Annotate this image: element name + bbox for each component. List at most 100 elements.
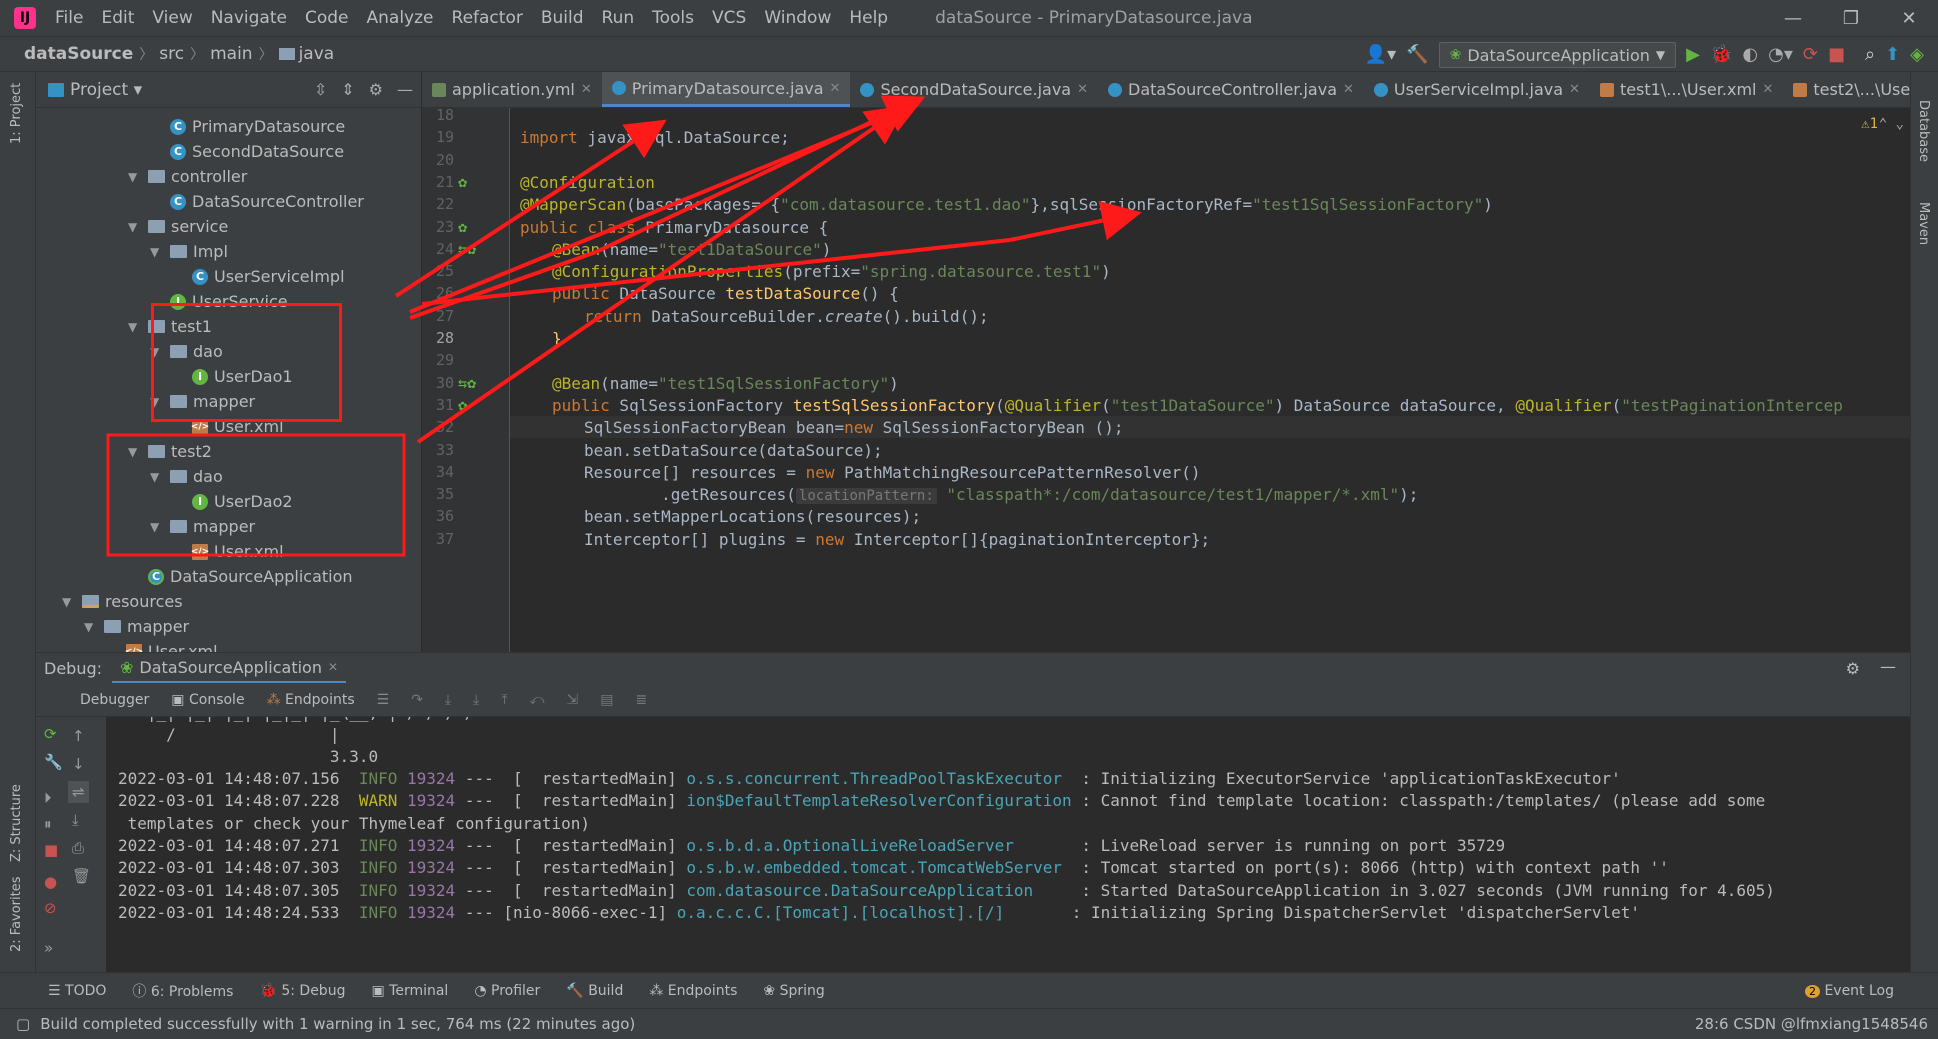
gear-icon[interactable]: ⚙ [1846,659,1860,678]
tree-item[interactable]: I UserDao1 [192,364,293,389]
toolwindow-profiler[interactable]: ◔ Profiler [474,983,540,999]
close-icon[interactable]: ✕ [581,82,592,97]
menu-file[interactable]: File [46,8,92,28]
editor-tab[interactable]: application.yml ✕ [422,72,602,107]
user-icon[interactable]: 👤▾ [1365,46,1396,64]
code-editor[interactable]: 18 19 20 21 22 23 24 25 26 27 28 29 30 31 32 33 34 35 36 37… [422,108,1910,652]
hide-icon[interactable]: — [1880,657,1896,676]
project-view-select[interactable]: Project ▾ [70,80,142,100]
console-output[interactable]: ' |_| |_| |_| |_|_| |_\__, | / / / / / |… [106,717,1910,973]
spring-bean-icon[interactable]: ✿ [458,396,467,414]
warnings-indicator[interactable]: ⚠1 [1861,116,1878,132]
close-icon[interactable]: ✕ [1569,82,1580,97]
expand-icon[interactable]: ⇕ [341,80,354,99]
stop-icon[interactable]: ■ [44,841,58,859]
favorites-tool-button[interactable]: 2: Favorites [9,876,24,952]
tree-item[interactable]: ▼ dao [150,339,223,364]
chevron-down-icon[interactable]: ▼ [62,595,76,609]
chevron-down-icon[interactable]: ▼ [84,620,98,634]
pause-icon[interactable]: ⏸ [44,815,52,833]
chevron-down-icon[interactable]: ▼ [150,520,164,534]
rerun-icon[interactable]: ⟳ [44,725,57,743]
project-tool-button[interactable]: 1: Project [9,83,24,144]
restore-icon[interactable]: ❐ [1822,0,1880,36]
tree-item[interactable]: ▼ mapper [150,389,255,414]
chevron-down-icon[interactable]: ▼ [128,320,142,334]
tree-item[interactable]: ▼ mapper [150,514,255,539]
tree-item[interactable]: </> User.xml [125,639,218,652]
tree-item[interactable]: ▼ dao [150,464,223,489]
tree-item[interactable]: I UserDao2 [192,489,293,514]
spring-bean-icon[interactable]: ⇆✿ [458,240,476,258]
chevron-down-icon[interactable]: ▼ [128,445,142,459]
profile-icon[interactable]: ◔▾ [1768,46,1793,64]
editor-tab[interactable]: DataSourceController.java ✕ [1098,72,1364,107]
run-icon[interactable]: ▶ [1686,46,1700,64]
tab-endpoints[interactable]: ⁂ Endpoints [267,692,355,708]
menu-run[interactable]: Run [593,8,644,28]
menu-vcs[interactable]: VCS [703,8,755,28]
debug-session-tab[interactable]: ❀ DataSourceApplication ✕ [112,653,347,683]
chevron-down-icon[interactable]: ▼ [150,345,164,359]
menu-refactor[interactable]: Refactor [443,8,532,28]
log-logger[interactable]: o.s.b.w.embedded.tomcat.TomcatWebServer [686,858,1081,877]
minimize-icon[interactable]: — [1764,0,1822,36]
log-logger[interactable]: o.s.b.d.a.OptionalLiveReloadServer [686,836,1081,855]
tree-item[interactable]: I UserService [170,289,288,314]
clear-icon[interactable]: 🗑 [72,867,91,885]
update-icon[interactable]: ⬆ [1885,46,1900,64]
step-out-icon[interactable]: ⤒ [501,692,507,708]
breadcrumb-src[interactable]: src [153,44,190,64]
spring-bean-icon[interactable]: ✿ [458,218,467,236]
menu-window[interactable]: Window [755,8,840,28]
collapse-all-icon[interactable]: ⇳ [314,80,327,99]
toolwindow-spring[interactable]: ❀ Spring [763,983,824,999]
scroll-up-icon[interactable]: ↑ [72,727,85,745]
log-logger[interactable]: com.datasource.DataSourceApplication [686,881,1081,900]
toolwindow-debug[interactable]: 🐞 5: Debug [259,983,345,999]
run-configuration-select[interactable]: ❀ DataSourceApplication ▼ [1438,42,1677,68]
gear-icon[interactable]: ⚙ [369,80,383,99]
chevron-down-icon[interactable]: ▼ [150,395,164,409]
toolwindow-endpoints[interactable]: ⁂ Endpoints [649,983,737,999]
trace-icon[interactable]: ≣ [635,692,647,708]
close-icon[interactable]: ✕ [1880,0,1938,36]
toolwindow-todo[interactable]: ☰ TODO [48,983,106,999]
force-step-into-icon[interactable]: ⤓ [473,692,479,708]
coverage-icon[interactable]: ◐ [1742,46,1758,64]
log-logger[interactable]: ion$DefaultTemplateResolverConfiguration [686,791,1081,810]
editor-tab[interactable]: UserServiceImpl.java ✕ [1364,72,1590,107]
debug-icon[interactable]: 🐞 [1710,46,1732,64]
editor-tab[interactable]: SecondDataSource.java ✕ [850,72,1098,107]
tree-item[interactable]: C PrimaryDatasource [170,114,345,139]
structure-tool-button[interactable]: Z: Structure [9,784,24,862]
chevron-down-icon[interactable]: ▼ [150,245,164,259]
tab-console[interactable]: ▣ Console [171,692,244,708]
chevron-down-icon[interactable]: ▼ [128,170,142,184]
maven-tool-button[interactable]: Maven [1916,202,1931,245]
wrench-icon[interactable]: 🔧 [44,753,63,771]
editor-tab[interactable]: test2\...\User.xml✕ [1783,72,1910,107]
more-icon[interactable]: » [44,939,53,957]
scroll-down-icon[interactable]: ↓ [72,755,85,773]
hide-icon[interactable]: — [397,80,413,99]
toolwindow-problems[interactable]: ⓘ 6: Problems [132,981,233,1001]
close-icon[interactable]: ✕ [328,660,338,674]
menu-code[interactable]: Code [296,8,358,28]
plugin-icon[interactable]: ◈ [1910,46,1924,64]
editor-tab[interactable]: PrimaryDatasource.java ✕ [601,72,851,107]
stop-icon[interactable]: ■ [1828,46,1845,64]
spring-bean-icon[interactable]: ⇆✿ [458,374,476,392]
soft-wrap-icon[interactable]: ⇌ [68,781,89,803]
database-tool-button[interactable]: Database [1916,100,1931,162]
build-hammer-icon[interactable]: 🔨 [1406,46,1428,64]
step-into-icon[interactable]: ⤓ [445,692,451,708]
step-over-icon[interactable]: ↷ [411,692,423,708]
breadcrumb-project[interactable]: dataSource [0,44,139,64]
tree-item[interactable]: </> User.xml [191,414,284,439]
tree-item[interactable]: C UserServiceImpl [192,264,345,289]
tree-item[interactable]: ▼ mapper [84,614,189,639]
menu-icon[interactable]: ☰ [377,692,390,708]
toolwindow-terminal[interactable]: ▣ Terminal [371,983,448,999]
menu-help[interactable]: Help [840,8,897,28]
